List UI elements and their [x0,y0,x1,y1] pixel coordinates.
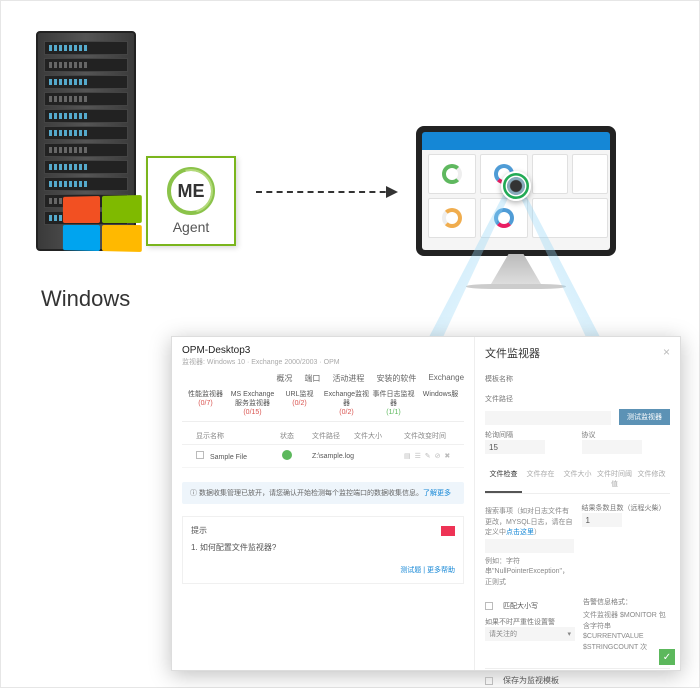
subtab-mod[interactable]: 文件修改 [633,465,670,493]
agent-label: Agent [173,219,210,235]
table-row[interactable]: Sample File Z:\sample.log ▤ ☰ ✎ ⊘ ✖ [182,445,464,468]
monitor-category-tabs: 性能监视器(0/7) MS Exchange服务监视器(0/15) URL监视(… [182,390,464,422]
learn-more-link[interactable]: 了解更多 [423,490,451,497]
side-panel: × 文件监视器 模板名称 文件路径 测试监视器 轮询间隔15 协议 文件检查 文… [474,337,680,670]
status-ok-icon [282,450,292,460]
file-path-input[interactable] [485,411,611,425]
tab-msexchange[interactable]: MS Exchange服务监视器(0/15) [229,390,276,417]
tab-software[interactable]: 安装的软件 [376,373,416,384]
me-agent-logo-icon: ME [167,167,215,215]
info-bar: ⓘ 数据收集管理已放开，请您确认开始检测每个监控端口的数据收集信息。了解更多 [182,482,464,504]
row-checkbox[interactable] [196,451,204,459]
architecture-diagram: Windows ME Agent [21,31,679,281]
projection-beam [406,166,626,246]
tab-ports[interactable]: 端口 [304,373,320,384]
arrow-icon [256,191,396,193]
tab-url[interactable]: URL监视(0/2) [276,390,323,417]
app-title: OPM-Desktop3 [182,345,464,356]
save-template-checkbox[interactable] [485,677,493,685]
tab-processes[interactable]: 活动进程 [332,373,364,384]
subtab-filecheck[interactable]: 文件检查 [485,465,522,493]
app-subtitle: 监视器: Windows 10 · Exchange 2000/2003 · O… [182,357,464,367]
test-monitor-button[interactable]: 测试监视器 [619,409,670,425]
subtab-time[interactable]: 文件时间阈值 [596,465,633,493]
protocol-input[interactable] [582,440,642,454]
agent-box: ME Agent [146,156,236,246]
tip-question: 1. 如何配置文件监视器? [191,542,455,553]
poll-input[interactable]: 15 [485,440,545,454]
subtab-exists[interactable]: 文件存在 [522,465,559,493]
table-header: 显示名称状态 文件路径文件大小 文件改变时间 [182,428,464,445]
eye-icon [501,171,531,201]
tips-box: 提示 1. 如何配置文件监视器? 测试题 | 更多帮助 [182,516,464,584]
side-panel-title: 文件监视器 [485,345,670,361]
severity-select[interactable]: 请关注的▾ [485,627,575,641]
side-subtabs: 文件检查 文件存在 文件大小 文件时间阈值 文件修改 [485,465,670,494]
chevron-down-icon: ▾ [568,630,572,638]
tab-overview[interactable]: 概况 [276,373,292,384]
top-tabs: 概况 端口 活动进程 安装的软件 Exchange [182,373,464,384]
case-checkbox[interactable] [485,602,493,610]
app-main-pane: OPM-Desktop3 监视器: Windows 10 · Exchange … [172,337,474,670]
os-label: Windows [41,286,130,312]
tab-winserv[interactable]: Windows服 [417,390,464,417]
click-here-link[interactable]: 点击这里 [506,529,534,536]
tips-badge-icon [441,526,455,536]
app-window: OPM-Desktop3 监视器: Windows 10 · Exchange … [171,336,681,671]
confirm-button[interactable]: ✓ [659,649,675,665]
row-action-icons[interactable]: ▤ ☰ ✎ ⊘ ✖ [404,452,464,460]
search-input[interactable] [485,539,573,553]
tab-eventlog[interactable]: 事件日志监视器(1/1) [370,390,417,417]
subtab-size[interactable]: 文件大小 [559,465,596,493]
close-icon[interactable]: × [663,345,670,359]
result-count-input[interactable]: 1 [582,513,622,527]
windows-logo-icon [61,196,141,251]
tab-exch[interactable]: Exchange监视器(0/2) [323,390,370,417]
tab-exchange[interactable]: Exchange [428,373,464,384]
tips-links[interactable]: 测试题 | 更多帮助 [191,565,455,575]
tab-perf[interactable]: 性能监视器(0/7) [182,390,229,417]
